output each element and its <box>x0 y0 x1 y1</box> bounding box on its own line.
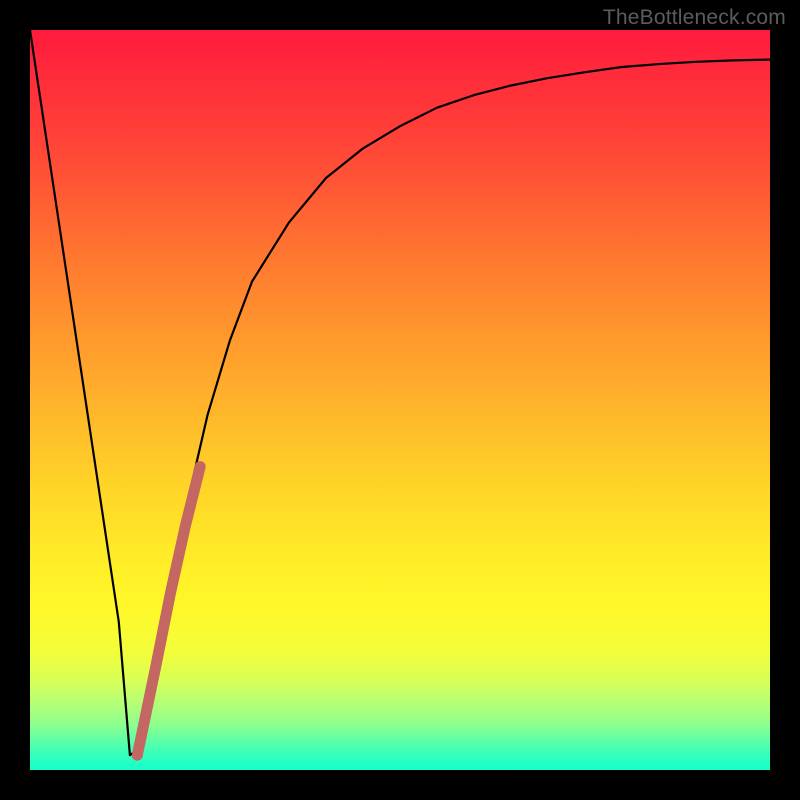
watermark-text: TheBottleneck.com <box>603 6 786 30</box>
chart-outer-frame: TheBottleneck.com <box>0 0 800 800</box>
curve-layer <box>30 30 770 770</box>
plot-area <box>30 30 770 770</box>
bottleneck-curve <box>30 30 770 755</box>
trend-segment <box>137 467 200 756</box>
